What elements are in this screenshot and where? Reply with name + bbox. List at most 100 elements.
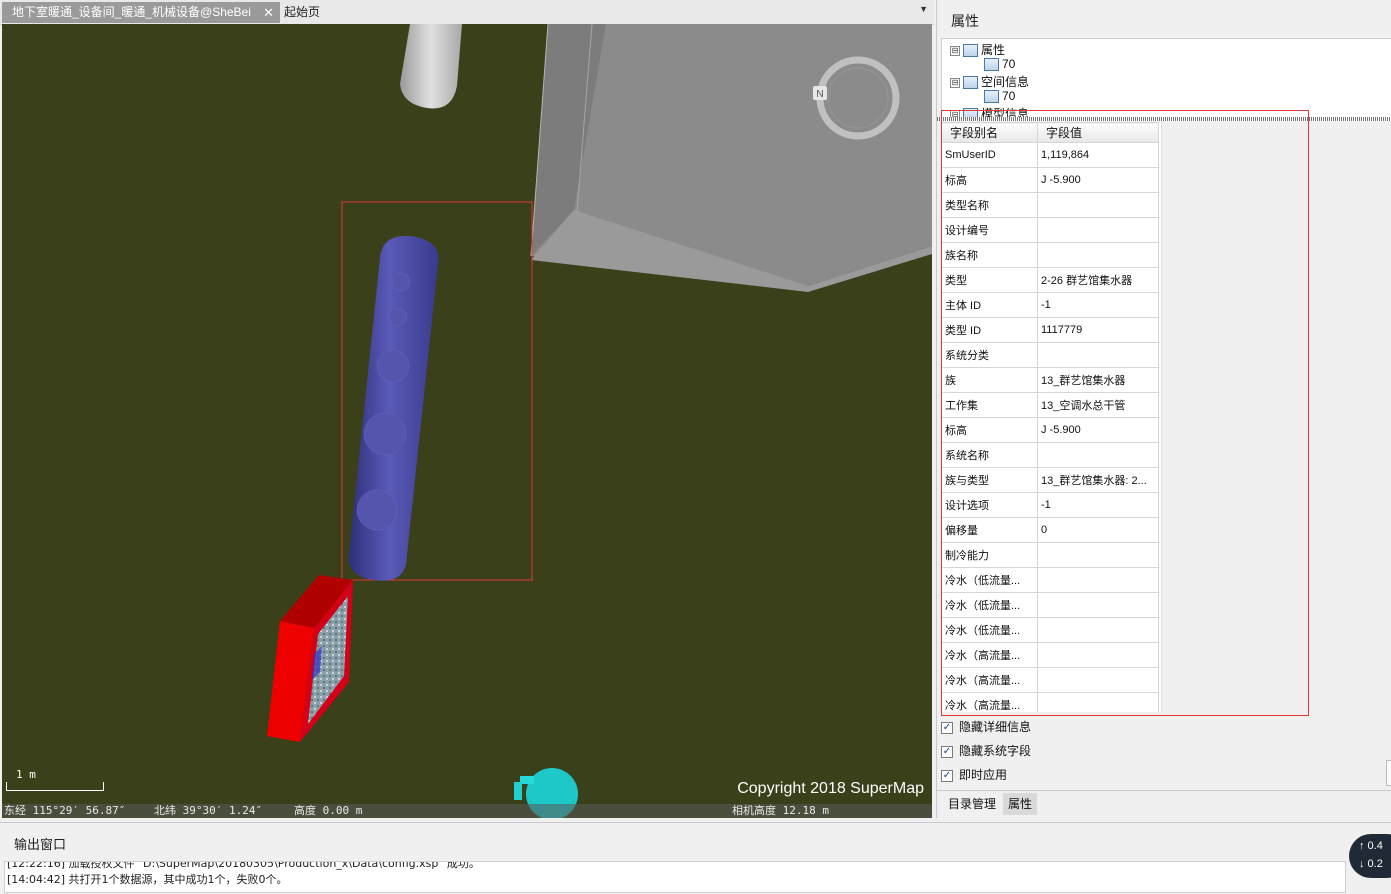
field-value-cell[interactable]: J -5.900 — [1037, 167, 1159, 193]
column-header-alias[interactable]: 字段别名 — [941, 122, 1038, 143]
tab-catalog-management[interactable]: 目录管理 — [943, 793, 1001, 815]
collector-pipe-model[interactable] — [348, 235, 439, 581]
field-value-cell[interactable] — [1037, 242, 1159, 268]
table-row[interactable]: 类型名称 — [941, 192, 1159, 218]
field-alias-cell[interactable]: 制冷能力 — [941, 542, 1038, 568]
tab-scene-active[interactable]: 地下室暖通_设备间_暖通_机械设备@SheBei ✕ — [2, 2, 280, 23]
field-value-cell[interactable]: 2-26 群艺馆集水器 — [1037, 267, 1159, 293]
column-header-value[interactable]: 字段值 — [1037, 122, 1159, 143]
table-row[interactable]: 冷水（高流量... — [941, 692, 1159, 712]
collapse-icon[interactable]: ⊟ — [950, 77, 960, 88]
field-alias-cell[interactable]: 类型名称 — [941, 192, 1038, 218]
table-row[interactable]: 系统名称 — [941, 442, 1159, 468]
field-value-cell[interactable] — [1037, 342, 1159, 368]
table-row[interactable]: 冷水（低流量... — [941, 592, 1159, 618]
tree-node-attributes[interactable]: ⊟ 属性 — [950, 41, 1005, 58]
field-value-cell[interactable] — [1037, 542, 1159, 568]
field-value-cell[interactable] — [1037, 442, 1159, 468]
table-row[interactable]: 族 13_群艺馆集水器 — [941, 367, 1159, 393]
field-alias-cell[interactable]: 族名称 — [941, 242, 1038, 268]
tree-node-spatial-info[interactable]: ⊟ 空间信息 — [950, 73, 1029, 90]
hide-details-checkbox[interactable]: ✓ 隐藏详细信息 — [941, 718, 1031, 735]
apply-immediately-checkbox[interactable]: ✓ 即时应用 — [941, 766, 1007, 783]
panel-title: 属性 — [951, 13, 979, 29]
pipe-cylinder-model[interactable] — [400, 24, 462, 109]
table-row[interactable]: 设计编号 — [941, 217, 1159, 243]
attribute-grid[interactable]: 字段别名 字段值 SmUserID 1,119,864 标高 J -5.900 类型名称… — [941, 122, 1162, 712]
field-alias-cell[interactable]: 冷水（高流量... — [941, 692, 1038, 712]
field-value-cell[interactable]: 1117779 — [1037, 317, 1159, 343]
field-value-cell[interactable] — [1037, 692, 1159, 712]
table-row[interactable]: 族名称 — [941, 242, 1159, 268]
output-log[interactable]: [12:22:16] 加载授权文件 "D:\SuperMap\20180305\… — [4, 861, 1346, 893]
field-value-cell[interactable]: -1 — [1037, 292, 1159, 318]
table-row[interactable]: 冷水（高流量... — [941, 642, 1159, 668]
table-row[interactable]: 主体 ID -1 — [941, 292, 1159, 318]
field-alias-cell[interactable]: 偏移量 — [941, 517, 1038, 543]
properties-tree[interactable]: ⊟ 属性 70 ⊟ 空间信息 70 ⊟ 模型信息 — [941, 38, 1391, 118]
scene-viewport[interactable]: N 1 m Copyright 2018 SuperMap 东经 115°29′… — [2, 24, 932, 818]
field-alias-cell[interactable]: 设计编号 — [941, 217, 1038, 243]
field-value-cell[interactable] — [1037, 667, 1159, 693]
field-value-cell[interactable] — [1037, 217, 1159, 243]
field-alias-cell[interactable]: 工作集 — [941, 392, 1038, 418]
field-value-cell[interactable] — [1037, 642, 1159, 668]
equipment-box-model[interactable] — [267, 575, 353, 742]
field-value-cell[interactable]: 13_群艺馆集水器 — [1037, 367, 1159, 393]
collapse-icon[interactable]: ⊟ — [950, 45, 960, 56]
field-value-cell[interactable] — [1037, 592, 1159, 618]
hide-system-fields-checkbox[interactable]: ✓ 隐藏系统字段 — [941, 742, 1031, 759]
panel-splitter[interactable] — [937, 117, 1391, 121]
table-row[interactable]: 偏移量 0 — [941, 517, 1159, 543]
checkbox-box[interactable]: ✓ — [941, 745, 953, 758]
table-row[interactable]: 族与类型 13_群艺馆集水器: 2... — [941, 467, 1159, 493]
table-row[interactable]: 冷水（低流量... — [941, 617, 1159, 643]
field-value-cell[interactable]: J -5.900 — [1037, 417, 1159, 443]
field-alias-cell[interactable]: SmUserID — [941, 142, 1038, 168]
field-alias-cell[interactable]: 系统分类 — [941, 342, 1038, 368]
table-row[interactable]: 制冷能力 — [941, 542, 1159, 568]
field-alias-cell[interactable]: 冷水（低流量... — [941, 567, 1038, 593]
table-row[interactable]: 标高 J -5.900 — [941, 417, 1159, 443]
tree-node-attributes-70[interactable]: 70 — [984, 57, 1015, 72]
close-icon[interactable]: ✕ — [263, 2, 274, 23]
checkbox-box[interactable]: ✓ — [941, 769, 953, 782]
field-value-cell[interactable] — [1037, 192, 1159, 218]
field-value-cell[interactable]: 13_群艺馆集水器: 2... — [1037, 467, 1159, 493]
table-row[interactable]: SmUserID 1,119,864 — [941, 142, 1159, 168]
table-row[interactable]: 系统分类 — [941, 342, 1159, 368]
field-alias-cell[interactable]: 类型 — [941, 267, 1038, 293]
field-value-cell[interactable]: 0 — [1037, 517, 1159, 543]
field-alias-cell[interactable]: 标高 — [941, 417, 1038, 443]
field-alias-cell[interactable]: 冷水（低流量... — [941, 617, 1038, 643]
status-latitude: 北纬 39°30′ 1.24″ — [154, 804, 263, 817]
chevron-down-icon[interactable]: ▼ — [919, 4, 928, 14]
field-alias-cell[interactable]: 类型 ID — [941, 317, 1038, 343]
tree-node-spatial-70[interactable]: 70 — [984, 89, 1015, 104]
table-row[interactable]: 冷水（高流量... — [941, 667, 1159, 693]
field-alias-cell[interactable]: 设计选项 — [941, 492, 1038, 518]
tab-start-page[interactable]: 起始页 — [274, 2, 330, 23]
table-row[interactable]: 设计选项 -1 — [941, 492, 1159, 518]
tab-attributes[interactable]: 属性 — [1003, 793, 1038, 815]
table-row[interactable]: 标高 J -5.900 — [941, 167, 1159, 193]
field-alias-cell[interactable]: 冷水（高流量... — [941, 642, 1038, 668]
field-value-cell[interactable]: 13_空调水总干管 — [1037, 392, 1159, 418]
table-row[interactable]: 类型 ID 1117779 — [941, 317, 1159, 343]
field-alias-cell[interactable]: 冷水（高流量... — [941, 667, 1038, 693]
checkbox-box[interactable]: ✓ — [941, 721, 953, 734]
field-value-cell[interactable] — [1037, 567, 1159, 593]
field-value-cell[interactable] — [1037, 617, 1159, 643]
table-row[interactable]: 工作集 13_空调水总干管 — [941, 392, 1159, 418]
field-alias-cell[interactable]: 族与类型 — [941, 467, 1038, 493]
field-value-cell[interactable]: -1 — [1037, 492, 1159, 518]
table-row[interactable]: 类型 2-26 群艺馆集水器 — [941, 267, 1159, 293]
field-value-cell[interactable]: 1,119,864 — [1037, 142, 1159, 168]
field-alias-cell[interactable]: 系统名称 — [941, 442, 1038, 468]
field-alias-cell[interactable]: 冷水（低流量... — [941, 592, 1038, 618]
field-alias-cell[interactable]: 主体 ID — [941, 292, 1038, 318]
panel-edge-button[interactable] — [1386, 760, 1391, 786]
table-row[interactable]: 冷水（低流量... — [941, 567, 1159, 593]
field-alias-cell[interactable]: 族 — [941, 367, 1038, 393]
field-alias-cell[interactable]: 标高 — [941, 167, 1038, 193]
